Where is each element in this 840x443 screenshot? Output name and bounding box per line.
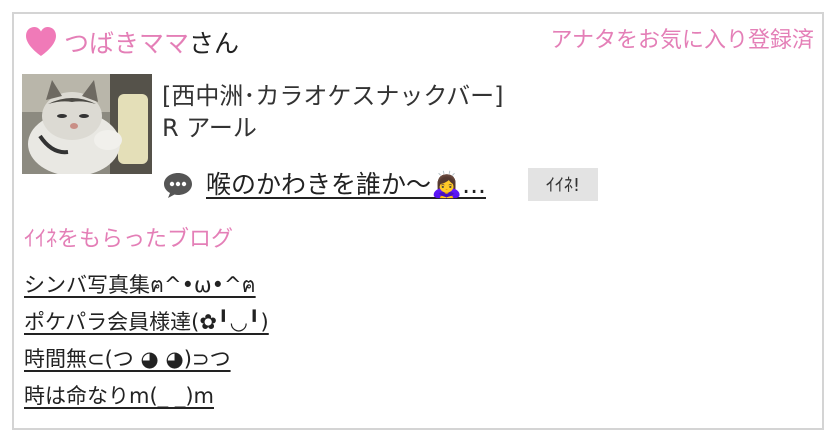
shop-info: [西中洲･カラオケスナックバー] R アール [162,80,504,144]
shop-area: [西中洲･カラオケスナックバー] [162,82,504,110]
user-name[interactable]: つばきママ [64,29,189,58]
speech-bubble-icon [164,173,192,198]
liked-blogs-heading: ｲｲﾈをもらったブログ [24,227,234,252]
blog-link[interactable]: 時は命なりm(_ _)m [24,384,214,408]
avatar[interactable] [22,74,152,174]
blog-link[interactable]: ポケパラ会員様達(✿╹◡╹) [24,310,269,334]
blog-link[interactable]: シンバ写真集ฅ^•ω•^ฅ [24,273,256,297]
post-link[interactable]: 喉のかわきを誰か〜🙇‍♀️... [206,167,486,203]
shop-name[interactable]: R アール [162,112,504,144]
like-button[interactable]: ｲｲﾈ! [528,168,598,201]
liked-blogs-list: シンバ写真集ฅ^•ω•^ฅ ポケパラ会員様達(✿╹◡╹) 時間無⊂(つ ◕ ◕)… [24,270,269,418]
list-item: シンバ写真集ฅ^•ω•^ฅ [24,270,269,307]
user-name-line: つばきママさん [64,24,239,64]
list-item: 時間無⊂(つ ◕ ◕)⊃つ [24,344,269,381]
blog-link[interactable]: 時間無⊂(つ ◕ ◕)⊃つ [24,347,231,371]
profile-card: つばきママさん アナタをお気に入り登録済 [西中洲･カラオケスナックバー] R … [12,12,824,430]
heart-icon [26,27,56,56]
list-item: ポケパラ会員様達(✿╹◡╹) [24,307,269,344]
card-header: つばきママさん アナタをお気に入り登録済 [24,24,814,64]
favorite-status: アナタをお気に入り登録済 [550,28,814,53]
user-honorific: さん [189,29,240,58]
list-item: 時は命なりm(_ _)m [24,381,269,418]
cat-photo [22,74,152,174]
